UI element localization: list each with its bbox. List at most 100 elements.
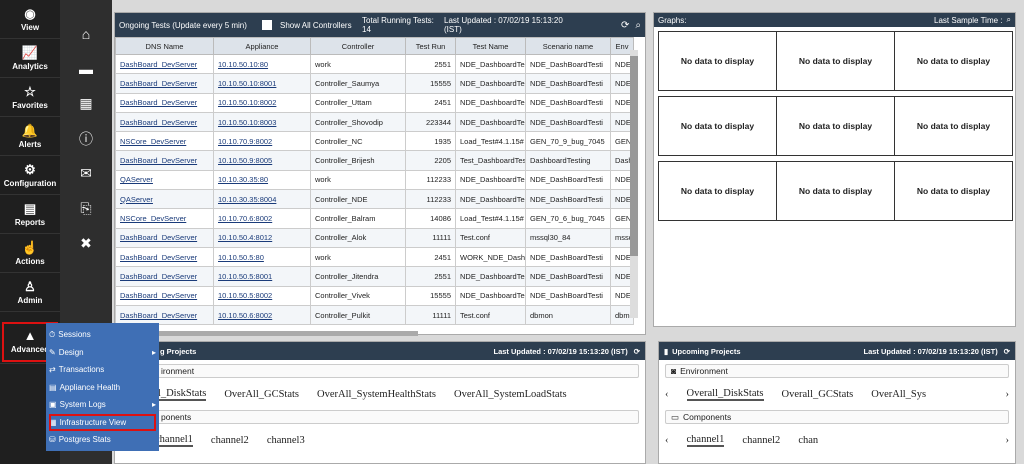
column-header[interactable]: Test Run xyxy=(405,37,456,55)
mail-icon[interactable]: ✉ xyxy=(60,156,112,191)
table-cell[interactable]: 10.10.30.35:80 xyxy=(213,169,311,191)
server-icon[interactable]: ▬ xyxy=(60,51,112,86)
tools-icon[interactable]: ✖ xyxy=(60,226,112,261)
tab[interactable]: OverAll_GCStats xyxy=(224,389,299,400)
table-horizontal-scrollbar[interactable] xyxy=(118,331,418,336)
table-row[interactable]: DashBoard_DevServer 10.10.50.4:8012 Contro… xyxy=(115,227,634,248)
table-row[interactable]: NSCore_DevServer 10.10.70.6:8002 Controlle… xyxy=(115,208,634,229)
sidebar-item-actions[interactable]: ☝ Actions xyxy=(0,234,60,273)
table-cell[interactable]: QAServer xyxy=(115,189,214,210)
tab[interactable]: OverAll_SystemHealthStats xyxy=(317,389,436,400)
sidebar-item-reports[interactable]: ▤ Reports xyxy=(0,195,60,234)
table-cell[interactable]: 10.10.50.4:8012 xyxy=(213,227,311,248)
tab[interactable]: channel2 xyxy=(742,435,780,446)
table-cell[interactable]: QAServer xyxy=(115,169,214,191)
refresh-icon[interactable]: ⟳ xyxy=(621,20,629,31)
table-row[interactable]: QAServer 10.10.30.35:80 work 112233 NDE_Dash… xyxy=(115,169,634,191)
column-header[interactable]: Appliance xyxy=(213,37,311,55)
table-cell[interactable]: 10.10.50.5:8002 xyxy=(213,285,311,306)
sidebar-item-configuration[interactable]: ⚙ Configuration xyxy=(0,156,60,195)
table-row[interactable]: DashBoard_DevServer 10.10.50.10:8001 Contr… xyxy=(115,73,634,94)
environment-section[interactable]: ◙ Environment xyxy=(665,364,1009,378)
chevron-right-icon[interactable]: › xyxy=(1006,435,1010,446)
tab[interactable]: ll_DiskStats xyxy=(155,388,207,401)
table-row[interactable]: DashBoard_DevServer 10.10.50.10:80 work 255… xyxy=(115,53,634,75)
table-cell[interactable]: 10.10.50.5:8001 xyxy=(213,266,311,287)
table-cell[interactable]: DashBoard_DevServer xyxy=(115,53,214,75)
table-cell[interactable]: NSCore_DevServer xyxy=(115,131,214,152)
tab[interactable]: chan xyxy=(798,435,818,446)
graph-row: No data to display No data to display No d… xyxy=(658,31,1013,91)
search-icon[interactable]: ⌕ xyxy=(635,20,641,31)
table-cell[interactable]: DashBoard_DevServer xyxy=(115,73,214,94)
table-cell[interactable]: 10.10.50.10:8002 xyxy=(213,92,311,113)
table-cell[interactable]: 10.10.50.5:80 xyxy=(213,246,311,268)
refresh-icon[interactable]: ⟳ xyxy=(634,347,640,356)
table-cell[interactable]: DashBoard_DevServer xyxy=(115,246,214,268)
tab[interactable]: channel1 xyxy=(686,434,725,447)
tab[interactable]: OverAll_Sys xyxy=(871,389,926,400)
chevron-left-icon[interactable]: ‹ xyxy=(665,389,669,400)
menu-item-sessions[interactable]: ⏱ Sessions xyxy=(46,326,159,344)
table-row[interactable]: DashBoard_DevServer 10.10.50.5:80 work 2451… xyxy=(115,246,634,268)
film-icon[interactable]: ▦ xyxy=(60,86,112,121)
menu-item-infrastructure-view[interactable]: ▦ Infrastructure View xyxy=(49,413,156,431)
menu-item-postgres-stats[interactable]: ⛁ Postgres Stats xyxy=(46,431,159,449)
table-row[interactable]: DashBoard_DevServer 10.10.50.6:8002 Contro… xyxy=(115,304,634,326)
sidebar-item-favorites[interactable]: ☆ Favorites xyxy=(0,78,60,117)
column-header[interactable]: Test Name xyxy=(455,37,526,55)
sidebar-item-analytics[interactable]: 📈 Analytics xyxy=(0,39,60,78)
table-cell[interactable]: DashBoard_DevServer xyxy=(115,266,214,287)
menu-item-system-logs[interactable]: ▣ System Logs ▸ xyxy=(46,396,159,414)
table-row[interactable]: NSCore_DevServer 10.10.70.9:8002 Controlle… xyxy=(115,131,634,152)
tab[interactable]: OverAll_SystemLoadStats xyxy=(454,389,567,400)
table-cell[interactable]: DashBoard_DevServer xyxy=(115,285,214,306)
tab[interactable]: Overall_GCStats xyxy=(782,389,854,400)
chevron-right-icon[interactable]: › xyxy=(1006,389,1010,400)
table-row[interactable]: DashBoard_DevServer 10.10.50.5:8001 Contro… xyxy=(115,266,634,287)
menu-item-appliance-health[interactable]: ▤ Appliance Health xyxy=(46,379,159,397)
table-cell[interactable]: DashBoard_DevServer xyxy=(115,111,214,133)
table-scrollbar[interactable] xyxy=(630,50,638,318)
table-cell[interactable]: NSCore_DevServer xyxy=(115,208,214,229)
tab[interactable]: channel1 xyxy=(155,434,193,447)
table-cell[interactable]: 10.10.50.10:8001 xyxy=(213,73,311,94)
table-cell[interactable]: 10.10.30.35:8004 xyxy=(213,189,311,210)
table-cell[interactable]: 10.10.50.10:80 xyxy=(213,53,311,75)
column-header[interactable]: DNS Name xyxy=(115,37,214,55)
environment-section[interactable]: ironment xyxy=(155,364,639,378)
tab[interactable]: channel3 xyxy=(267,435,305,446)
table-row[interactable]: DashBoard_DevServer 10.10.50.9:8005 Contro… xyxy=(115,150,634,171)
table-row[interactable]: DashBoard_DevServer 10.10.50.5:8002 Contro… xyxy=(115,285,634,306)
table-cell[interactable]: 10.10.50.10:8003 xyxy=(213,111,311,133)
components-section[interactable]: ▭ Components xyxy=(665,410,1009,424)
table-cell[interactable]: 10.10.50.9:8005 xyxy=(213,150,311,171)
show-all-checkbox[interactable] xyxy=(262,20,272,30)
refresh-icon[interactable]: ⟳ xyxy=(1004,347,1010,356)
table-cell[interactable]: 10.10.50.6:8002 xyxy=(213,304,311,326)
sidebar-item-view[interactable]: ◉ View xyxy=(0,0,60,39)
table-cell[interactable]: DashBoard_DevServer xyxy=(115,150,214,171)
table-row[interactable]: QAServer 10.10.30.35:8004 Controller_NDE 11… xyxy=(115,189,634,210)
search-icon[interactable]: ⌕ xyxy=(1007,15,1011,25)
tab[interactable]: Overall_DiskStats xyxy=(686,388,764,401)
sidebar-item-admin[interactable]: ♙ Admin xyxy=(0,273,60,312)
table-cell[interactable]: 10.10.70.6:8002 xyxy=(213,208,311,229)
column-header[interactable]: Controller xyxy=(310,37,406,55)
table-cell[interactable]: 10.10.70.9:8002 xyxy=(213,131,311,152)
sidebar-item-alerts[interactable]: 🔔 Alerts xyxy=(0,117,60,156)
table-cell[interactable]: DashBoard_DevServer xyxy=(115,227,214,248)
table-row[interactable]: DashBoard_DevServer 10.10.50.10:8002 Contr… xyxy=(115,92,634,113)
table-cell[interactable]: DashBoard_DevServer xyxy=(115,304,214,326)
column-header[interactable]: Scenario name xyxy=(525,37,611,55)
pdf-icon[interactable]: ⎘ xyxy=(60,191,112,226)
chevron-left-icon[interactable]: ‹ xyxy=(665,435,669,446)
table-cell[interactable]: DashBoard_DevServer xyxy=(115,92,214,113)
home-icon[interactable]: ⌂ xyxy=(60,16,112,51)
menu-item-transactions[interactable]: ⇄ Transactions xyxy=(46,361,159,379)
menu-item-design[interactable]: ✎ Design ▸ xyxy=(46,344,159,362)
info-icon[interactable]: ⓘ xyxy=(60,121,112,156)
table-row[interactable]: DashBoard_DevServer 10.10.50.10:8003 Contr… xyxy=(115,111,634,133)
components-section[interactable]: ponents xyxy=(155,410,639,424)
tab[interactable]: channel2 xyxy=(211,435,249,446)
